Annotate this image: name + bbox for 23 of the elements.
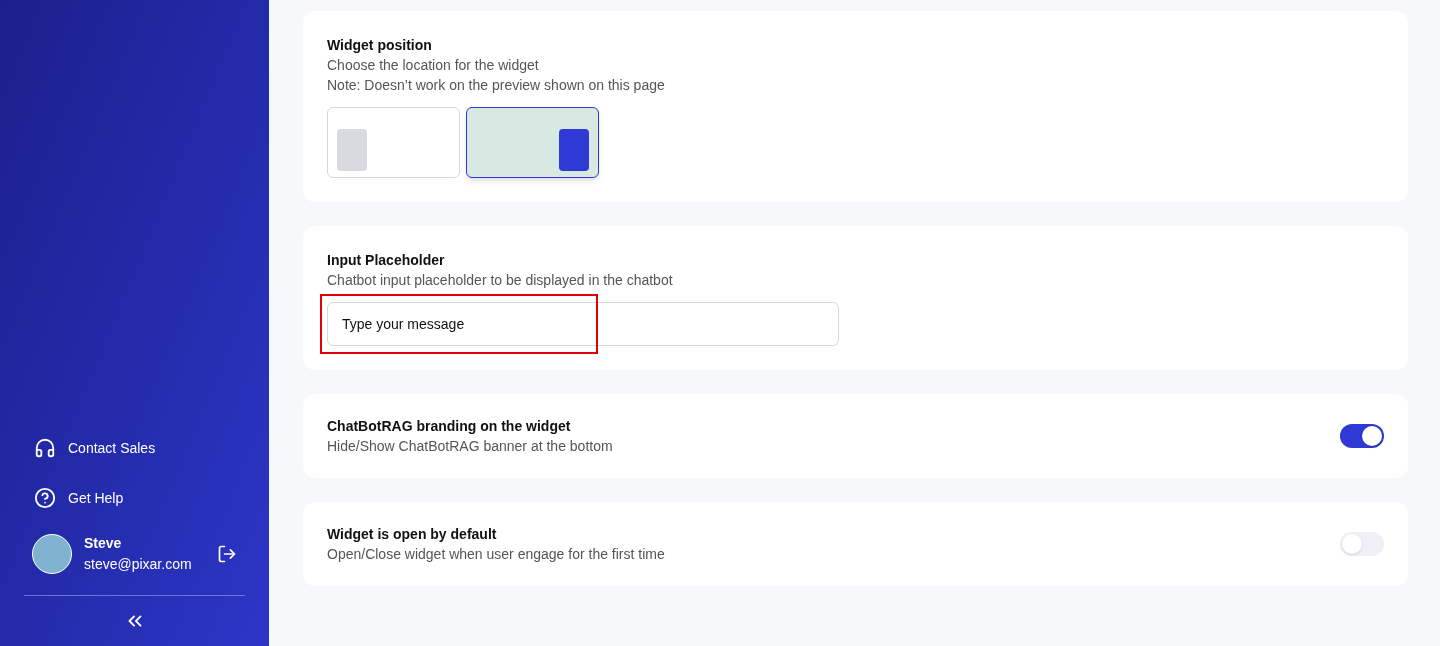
help-icon	[34, 487, 56, 509]
sidebar-link[interactable]: Get Help	[34, 487, 235, 509]
logout-icon[interactable]	[217, 544, 237, 564]
setting-title: ChatBotRAG branding on the widget	[327, 417, 572, 436]
user-name: Steve	[84, 534, 123, 553]
headset-icon	[34, 437, 56, 459]
position-option[interactable]	[466, 107, 599, 178]
setting-title: Input Placeholder	[327, 251, 446, 270]
toggle-switch[interactable]	[1340, 424, 1384, 448]
toggle-switch[interactable]	[1340, 532, 1384, 556]
sidebar-link[interactable]: Contact Sales	[34, 437, 235, 459]
user-email: steve@pixar.com	[84, 555, 193, 574]
input-field[interactable]: Type your message	[327, 302, 839, 346]
setting-description: Chatbot input placeholder to be displayed in the chatbot	[327, 271, 674, 290]
widget-preview-icon	[559, 129, 589, 171]
setting-description: Note: Doesn’t work on the preview shown on this page	[327, 76, 666, 95]
setting-title: Widget is open by default	[327, 525, 498, 544]
setting-title: Widget position	[327, 36, 433, 55]
setting-description: Choose the location for the widget	[327, 56, 540, 75]
setting-description: Open/Close widget when user engage for the first time	[327, 545, 665, 564]
setting-description: Hide/Show ChatBotRAG banner at the bottom	[327, 437, 613, 456]
avatar	[32, 534, 72, 574]
widget-preview-icon	[337, 129, 367, 171]
